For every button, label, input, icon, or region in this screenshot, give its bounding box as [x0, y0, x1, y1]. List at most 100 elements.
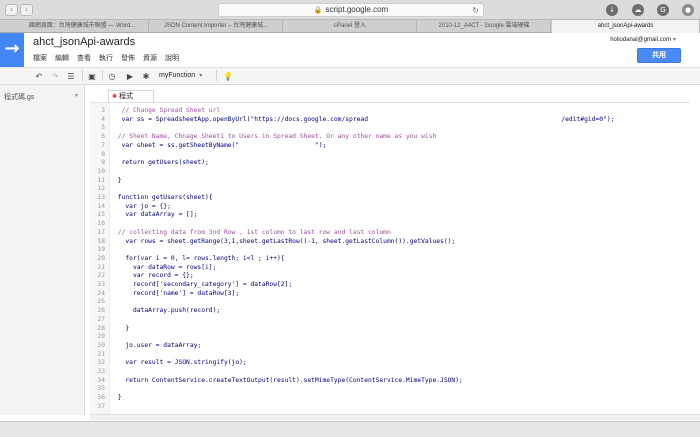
cloud-icon[interactable]: ☁ — [632, 4, 644, 16]
line-number: 4 — [101, 115, 105, 123]
code-line[interactable]: 21 var dataRow = rows[i]; — [90, 263, 690, 272]
line-number: 25 — [97, 298, 105, 306]
code-line[interactable]: 16 — [90, 219, 690, 228]
code-line[interactable]: 29 — [90, 332, 690, 341]
code-editor[interactable]: 3 // Change Spread Sheet url 4 var ss = S… — [90, 102, 690, 414]
file-select[interactable]: 程式碼.gs ▾ — [4, 92, 78, 102]
share-button[interactable]: 共用 — [637, 48, 681, 63]
line-number: 21 — [97, 263, 105, 271]
code-text: } — [114, 176, 122, 184]
code-line[interactable]: 13 function getUsers(sheet){ — [90, 193, 690, 202]
code-line[interactable]: 14 var jo = {}; — [90, 202, 690, 211]
code-line[interactable]: 33 — [90, 367, 690, 376]
code-text: // Sheet Name, Chnage Sheet1 to Users in… — [114, 133, 437, 141]
menu-view[interactable]: 查看 — [77, 55, 91, 62]
menu-publish[interactable]: 發佈 — [121, 55, 135, 62]
line-number: 23 — [97, 281, 105, 288]
line-number: 8 — [101, 150, 105, 158]
code-line[interactable]: 36 } — [90, 393, 690, 402]
code-line[interactable]: 7 var sheet = ss.getSheetByName(" "); — [90, 141, 690, 150]
code-line[interactable]: 6 // Sheet Name, Chnage Sheet1 to Users … — [90, 132, 690, 141]
menu-run[interactable]: 執行 — [99, 55, 113, 62]
apps-script-logo-icon: → — [0, 33, 24, 67]
lightbulb-icon[interactable]: 💡 — [222, 70, 234, 83]
reload-icon[interactable]: ↻ — [472, 5, 479, 17]
code-line[interactable]: 8 — [90, 150, 690, 159]
code-line[interactable]: 20 for(var i = 0, l= rows.length; i<l ; … — [90, 254, 690, 263]
save-icon[interactable]: ▣ — [86, 70, 98, 83]
code-line[interactable]: 22 var record = {}; — [90, 271, 690, 280]
address-bar[interactable]: 🔒 script.google.com ↻ — [218, 3, 484, 17]
redo-icon[interactable]: ↷ — [49, 70, 61, 83]
line-number: 20 — [97, 254, 105, 262]
line-number: 28 — [97, 324, 105, 332]
download-icon[interactable]: ↓ — [606, 4, 618, 16]
undo-icon[interactable]: ↶ — [33, 70, 45, 83]
debug-bug-icon[interactable]: ✱ — [140, 70, 152, 83]
tab-strip: || 國網頁面：台灣健康城市聯盟 — Word... JSON Content … — [0, 20, 700, 50]
code-line[interactable]: 30 jo.user = dataArray; — [90, 341, 690, 350]
back-icon[interactable]: ‹ — [5, 4, 18, 16]
code-text: record['name'] = dataRow[3]; — [114, 289, 240, 297]
triggers-clock-icon[interactable]: ◷ — [106, 70, 118, 83]
code-line[interactable]: 37 — [90, 402, 690, 411]
code-line[interactable]: 26 dataArray.push(record); — [90, 306, 690, 315]
account-menu[interactable]: holiodanal@gmail.com ▾ — [610, 36, 676, 43]
browser-tab-active[interactable]: ahct_jsonApi-awards — [552, 20, 700, 33]
file-tab[interactable]: ✱程式碼.gs▾ — [108, 90, 154, 112]
code-line[interactable]: 12 — [90, 184, 690, 193]
chevron-down-icon: ▾ — [74, 93, 78, 99]
code-line[interactable]: 25 — [90, 297, 690, 306]
code-text: for(var i = 0, l= rows.length; i<l ; i++… — [114, 254, 285, 262]
code-line[interactable]: 9 return getUsers(sheet); — [90, 158, 690, 167]
line-number: 27 — [97, 315, 105, 323]
menu-resources[interactable]: 資源 — [143, 55, 157, 62]
run-icon[interactable]: ▶ — [124, 70, 136, 83]
browser-tab[interactable]: cPanel 登入 — [284, 20, 417, 33]
menu-help[interactable]: 說明 — [165, 55, 179, 62]
file-sidebar — [0, 85, 85, 415]
code-line[interactable]: 15 var dataArray = []; — [90, 210, 690, 219]
extension-icon[interactable]: G — [657, 4, 669, 16]
line-number: 15 — [97, 211, 105, 219]
project-title[interactable]: ahct_jsonApi-awards — [33, 36, 135, 48]
modified-marker-icon: ✱ — [112, 94, 118, 100]
code-line[interactable]: 27 — [90, 315, 690, 324]
code-line[interactable]: 28 } — [90, 324, 690, 333]
function-select[interactable]: myFunction ▾ — [159, 70, 211, 82]
menu-edit[interactable]: 編輯 — [55, 55, 69, 62]
line-number: 31 — [97, 350, 105, 358]
browser-titlebar: ‹ › 🔒 script.google.com ↻ ↓ ☁ G ● — [0, 0, 700, 20]
code-line[interactable]: 4 var ss = SpreadsheetApp.openByUrl("htt… — [90, 115, 690, 124]
code-line[interactable]: 24 record['name'] = dataRow[3]; — [90, 289, 690, 298]
code-text: dataArray.push(record); — [114, 307, 221, 315]
code-line[interactable]: 10 — [90, 167, 690, 176]
code-line[interactable]: 5 — [90, 123, 690, 132]
code-line[interactable]: 19 — [90, 245, 690, 254]
user-email: holiodanal@gmail.com — [610, 37, 671, 43]
code-line[interactable]: 23 record['secondary_category'] = dataRo… — [90, 280, 690, 289]
code-line[interactable]: 35 — [90, 384, 690, 393]
code-line[interactable]: 11 } — [90, 176, 690, 185]
line-number: 36 — [97, 394, 105, 402]
code-line[interactable]: 18 var rows = sheet.getRange(3,1,sheet.g… — [90, 237, 690, 246]
code-line[interactable]: 34 return ContentService.createTextOutpu… — [90, 376, 690, 385]
horizontal-scrollbar[interactable] — [90, 414, 700, 420]
profile-icon[interactable]: ● — [682, 4, 694, 16]
browser-tab[interactable]: 國網頁面：台灣健康城市聯盟 — Word... — [16, 20, 149, 33]
code-text: var sheet = ss.getSheetByName(" "); — [114, 141, 327, 149]
code-line[interactable]: 32 var result = JSON.stringify(jo); — [90, 358, 690, 367]
browser-tab[interactable]: 2010-12_A4CT - Google 雲端硬碟 — [418, 20, 551, 33]
menu-file[interactable]: 檔案 — [33, 55, 47, 62]
line-number: 14 — [97, 202, 105, 210]
code-line[interactable]: 31 — [90, 350, 690, 359]
code-line[interactable]: 3 // Change Spread Sheet url — [90, 106, 690, 115]
line-number: 26 — [97, 307, 105, 315]
forward-icon[interactable]: › — [20, 4, 33, 16]
line-number: 6 — [101, 133, 105, 141]
toolbar-divider — [102, 70, 103, 81]
code-line[interactable]: 17 // collecting data from 3nd Row , 1st… — [90, 228, 690, 237]
indent-icon[interactable]: ☰ — [65, 70, 77, 83]
browser-tab[interactable]: JSON Content Importer – 台灣健康城... — [150, 20, 283, 33]
code-text: record['secondary_category'] = dataRow[2… — [114, 281, 293, 288]
